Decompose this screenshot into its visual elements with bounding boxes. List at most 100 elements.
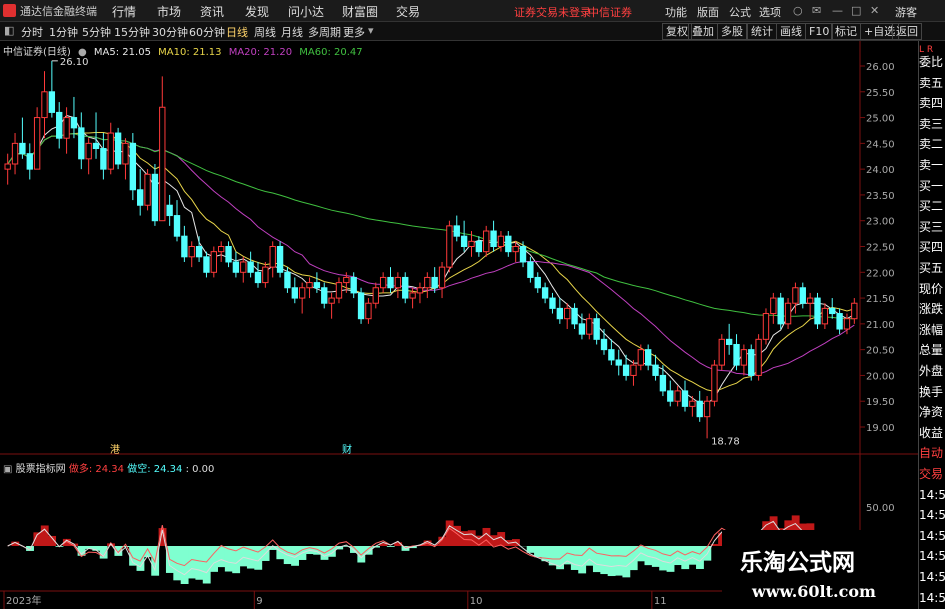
menu-item-zixun[interactable]: 资讯: [200, 3, 224, 20]
indicator-bar: [681, 546, 690, 570]
menu-item-jiaoyi[interactable]: 交易: [396, 3, 420, 20]
price-tick-label: 24.50: [866, 139, 895, 150]
side-panel-item[interactable]: 卖二: [919, 137, 945, 151]
side-panel-item[interactable]: 买二: [919, 199, 945, 213]
kline-chart[interactable]: 26.00 25.50 25.00 24.50 24.00 23.50 23.00 22.50…: [0, 41, 918, 609]
side-panel-item[interactable]: 交易: [919, 467, 945, 481]
side-panel-item[interactable]: 涨幅: [919, 323, 945, 337]
candle-body: [144, 173, 151, 206]
tab-more[interactable]: 更多: [343, 24, 365, 40]
broker-name[interactable]: 中信证券: [588, 4, 632, 20]
tab-60min[interactable]: 60分钟: [189, 24, 225, 40]
tab-1min[interactable]: 1分钟: [49, 24, 78, 40]
indicator-name[interactable]: 股票指标网: [16, 464, 66, 475]
ma-legend: 中信证券(日线) ● MA5: 21.05 MA10: 21.13 MA20: …: [3, 43, 367, 58]
guest-label[interactable]: 游客: [895, 4, 917, 20]
chevron-down-icon[interactable]: ▾: [368, 24, 374, 37]
menu-item-shichang[interactable]: 市场: [157, 3, 181, 20]
side-panel-item[interactable]: 买五: [919, 261, 945, 275]
tab-multi-period[interactable]: 多周期: [308, 24, 341, 40]
chat-icon[interactable]: ○: [793, 4, 803, 17]
side-panel-item[interactable]: 14:50: [919, 508, 945, 522]
indicator-toggle-icon[interactable]: ▣: [3, 464, 12, 475]
candle-body: [762, 313, 770, 340]
menu-item-hangqing[interactable]: 行情: [112, 3, 136, 20]
candle-body: [836, 313, 843, 330]
candle-body: [41, 91, 48, 119]
tool-duogu[interactable]: 多股: [717, 23, 747, 40]
tool-tongji[interactable]: 统计: [747, 23, 777, 40]
tab-monthly[interactable]: 月线: [281, 24, 303, 40]
menu-item-gongneng[interactable]: 功能: [665, 4, 687, 20]
login-warning[interactable]: 证券交易未登录: [514, 4, 591, 20]
tab-daily[interactable]: 日线: [226, 24, 248, 40]
candle-body: [321, 287, 328, 304]
menu-item-caifuquan[interactable]: 财富圈: [342, 3, 378, 20]
side-panel-item[interactable]: 现价: [919, 282, 945, 296]
maximize-icon[interactable]: □: [851, 4, 861, 17]
side-panel-item[interactable]: 买一: [919, 179, 945, 193]
candle-body: [232, 261, 240, 273]
side-panel-item[interactable]: 卖五: [919, 76, 945, 90]
tab-5min[interactable]: 5分钟: [82, 24, 111, 40]
legend-ma5: MA5: 21.05: [93, 47, 151, 58]
side-panel-item[interactable]: 买四: [919, 240, 945, 254]
tool-biaoji[interactable]: 标记: [831, 23, 861, 40]
candle-body: [188, 246, 195, 258]
candle: [814, 292, 821, 330]
side-panel-item[interactable]: 总量: [919, 343, 945, 357]
tool-diejia[interactable]: 叠加: [688, 23, 718, 40]
indicator-bar: [467, 530, 476, 546]
menu-item-banmian[interactable]: 版面: [697, 4, 719, 20]
tool-huaxian[interactable]: 画线: [776, 23, 806, 40]
tool-back[interactable]: 返回: [892, 23, 922, 40]
tab-15min[interactable]: 15分钟: [114, 24, 150, 40]
side-panel-item[interactable]: 买三: [919, 220, 945, 234]
side-panel-item[interactable]: 卖三: [919, 117, 945, 131]
toolbar-left-icon[interactable]: ◧: [4, 24, 14, 37]
price-tick-label: 23.00: [866, 217, 895, 228]
side-panel-item[interactable]: 换手: [919, 385, 945, 399]
side-panel-item[interactable]: 净资: [919, 405, 945, 419]
indicator-bar: [696, 546, 704, 569]
candle-body: [851, 302, 858, 320]
candle-body: [365, 302, 372, 320]
indicator-axis-label: 50.00: [866, 503, 895, 514]
side-panel-item[interactable]: 收益: [919, 426, 945, 440]
side-panel-item[interactable]: 涨跌: [919, 302, 945, 316]
side-panel-item[interactable]: 卖四: [919, 96, 945, 110]
candle-body: [78, 127, 85, 160]
candle-body: [564, 307, 571, 320]
side-panel-item[interactable]: 14:50: [919, 549, 945, 563]
tab-weekly[interactable]: 周线: [254, 24, 276, 40]
low-label: 18.78: [711, 436, 740, 447]
side-panel-item[interactable]: 14:50: [919, 570, 945, 584]
menu-item-xuanxiang[interactable]: 选项: [759, 4, 781, 20]
candle-body: [276, 246, 284, 273]
close-icon[interactable]: ✕: [870, 4, 879, 17]
tab-30min[interactable]: 30分钟: [152, 24, 188, 40]
candle: [446, 220, 453, 273]
indicator-bar: [615, 546, 623, 576]
side-panel-item[interactable]: 14:50: [919, 488, 945, 502]
side-panel-item[interactable]: 外盘: [919, 364, 945, 378]
menu-item-wenxiaoda[interactable]: 问小达: [288, 3, 324, 20]
side-panel-item[interactable]: 卖一: [919, 158, 945, 172]
indicator-bar: [659, 546, 668, 571]
menu-item-gongshi[interactable]: 公式: [729, 4, 751, 20]
minimize-icon[interactable]: —: [832, 4, 843, 17]
price-tick-label: 21.50: [866, 294, 895, 305]
tool-f10[interactable]: F10: [805, 23, 834, 40]
side-panel-item[interactable]: 委比: [919, 55, 945, 69]
price-tick-label: 23.50: [866, 191, 895, 202]
tab-fenshi[interactable]: 分时: [21, 24, 43, 40]
side-panel-item[interactable]: 自动: [919, 446, 945, 460]
legend-dot-icon[interactable]: ●: [78, 47, 87, 58]
mail-icon[interactable]: ✉: [812, 4, 821, 17]
side-panel-item[interactable]: 14:50: [919, 529, 945, 543]
indicator-bar: [673, 546, 682, 566]
side-panel-item[interactable]: 14:50: [919, 591, 945, 605]
candle-body: [460, 235, 468, 247]
menu-item-faxian[interactable]: 发现: [245, 3, 269, 20]
candle-body: [806, 297, 814, 304]
